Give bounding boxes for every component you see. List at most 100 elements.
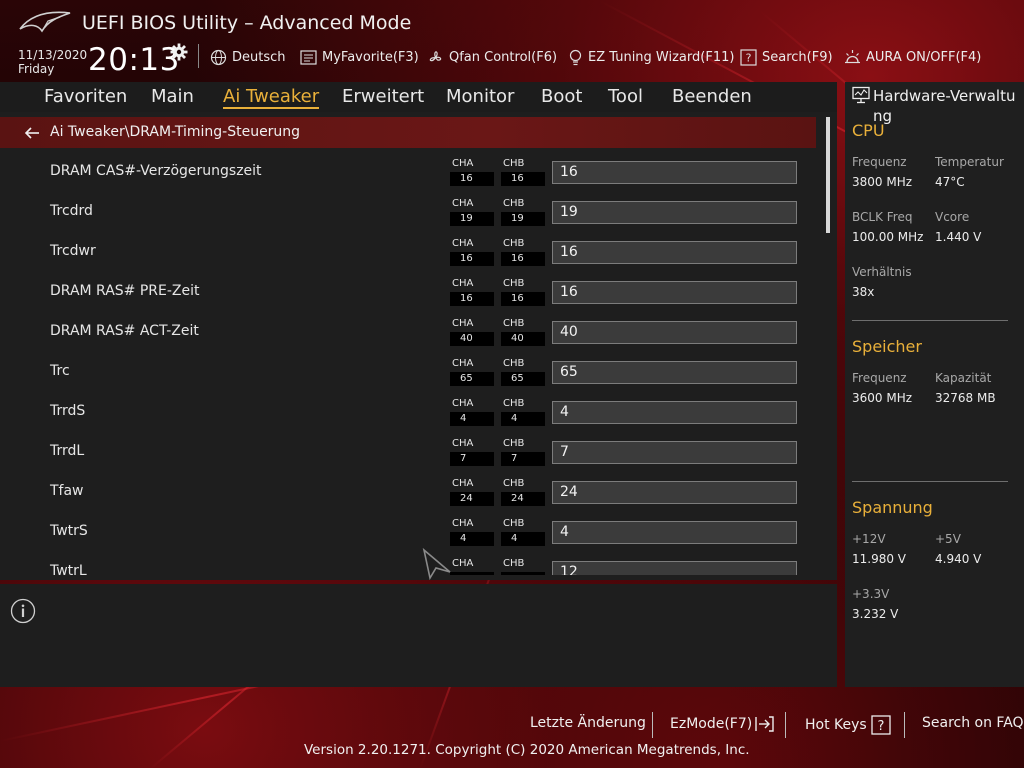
channel-chb: CHB 16 xyxy=(501,238,545,266)
last-change-button[interactable]: Letzte Änderung xyxy=(530,715,646,731)
tab-boot[interactable]: Boot xyxy=(541,86,582,107)
channel-value: 16 xyxy=(450,252,494,266)
date-text: 11/13/2020 xyxy=(18,48,88,62)
channel-chb: CHB 40 xyxy=(501,318,545,346)
search-faq-button[interactable]: Search on FAQ xyxy=(922,715,1024,731)
aura-button[interactable]: AURA ON/OFF(F4) xyxy=(844,48,981,66)
tab-tool[interactable]: Tool xyxy=(608,86,643,107)
language-button[interactable]: Deutsch xyxy=(210,48,286,66)
timing-label: Trc xyxy=(50,363,70,379)
timing-value-input[interactable]: 12 xyxy=(552,561,797,575)
mem-freq-label: Frequenz xyxy=(852,371,907,385)
header-separator xyxy=(198,44,199,68)
info-icon xyxy=(10,598,36,624)
svg-text:?: ? xyxy=(746,51,752,64)
voltage-heading: Spannung xyxy=(852,498,933,517)
channel-name: CHA xyxy=(452,478,474,489)
v33-value: 3.232 V xyxy=(852,607,899,621)
timing-value-input[interactable]: 24 xyxy=(552,481,797,504)
channel-value: 4 xyxy=(450,532,494,546)
v5-label: +5V xyxy=(935,532,961,546)
monitor-icon xyxy=(852,86,870,104)
channel-chb: CHB 7 xyxy=(501,438,545,466)
channel-name: CHB xyxy=(503,238,525,249)
timing-value-input[interactable]: 40 xyxy=(552,321,797,344)
gear-icon[interactable] xyxy=(170,43,188,61)
ezmode-button[interactable]: EzMode(F7) xyxy=(670,715,776,733)
channel-name: CHB xyxy=(503,558,525,569)
hw-divider xyxy=(852,320,1008,321)
breadcrumb-text: Ai Tweaker\DRAM-Timing-Steuerung xyxy=(50,124,301,140)
tab-beenden[interactable]: Beenden xyxy=(672,86,752,107)
channel-name: CHB xyxy=(503,478,525,489)
channel-chb: CHB 65 xyxy=(501,358,545,386)
hotkeys-button[interactable]: Hot Keys ? xyxy=(805,715,891,735)
channel-value: 7 xyxy=(501,452,545,466)
myfavorite-button[interactable]: MyFavorite(F3) xyxy=(300,48,419,66)
svg-text:?: ? xyxy=(877,719,884,734)
channel-cha: CHA 24 xyxy=(450,478,494,506)
timing-row: TrrdL CHA 7 CHB 7 7 xyxy=(0,430,816,470)
timing-label: TwtrS xyxy=(50,523,88,539)
channel-value: 16 xyxy=(450,292,494,306)
tab-favoriten[interactable]: Favoriten xyxy=(44,86,127,107)
mem-cap-label: Kapazität xyxy=(935,371,992,385)
cpu-temp-value: 47°C xyxy=(935,175,965,189)
vcore-value: 1.440 V xyxy=(935,230,982,244)
channel-name: CHB xyxy=(503,198,525,209)
channel-name: CHB xyxy=(503,318,525,329)
channel-value: 24 xyxy=(450,492,494,506)
timing-value-input[interactable]: 4 xyxy=(552,521,797,544)
fan-icon xyxy=(429,50,442,61)
vcore-label: Vcore xyxy=(935,210,970,224)
timing-label: TwtrL xyxy=(50,563,87,575)
timing-value-input[interactable]: 65 xyxy=(552,361,797,384)
search-button[interactable]: ? Search(F9) xyxy=(740,48,833,66)
ez-tuning-button[interactable]: EZ Tuning Wizard(F11) xyxy=(568,48,734,66)
timing-value-input[interactable]: 19 xyxy=(552,201,797,224)
v33-label: +3.3V xyxy=(852,587,890,601)
exit-arrow-icon xyxy=(755,716,774,732)
timing-value-input[interactable]: 16 xyxy=(552,281,797,304)
tab-erweitert[interactable]: Erweitert xyxy=(342,86,424,107)
channel-chb: CHB 24 xyxy=(501,478,545,506)
channel-name: CHA xyxy=(452,238,474,249)
aura-label: AURA ON/OFF(F4) xyxy=(866,49,982,65)
channel-cha: CHA 16 xyxy=(450,278,494,306)
channel-name: CHA xyxy=(452,558,474,569)
hotkeys-label: Hot Keys xyxy=(805,717,867,733)
channel-value: 65 xyxy=(501,372,545,386)
timing-value-input[interactable]: 4 xyxy=(552,401,797,424)
tab-main[interactable]: Main xyxy=(151,86,194,107)
tab-monitor[interactable]: Monitor xyxy=(446,86,514,107)
channel-name: CHB xyxy=(503,358,525,369)
qfan-button[interactable]: Qfan Control(F6) xyxy=(427,48,557,66)
channel-chb: CHB xyxy=(501,558,545,575)
timing-row: TrrdS CHA 4 CHB 4 4 xyxy=(0,390,816,430)
channel-cha: CHA 4 xyxy=(450,398,494,426)
day-text: Friday xyxy=(18,62,55,76)
app-title: UEFI BIOS Utility – Advanced Mode xyxy=(82,12,412,34)
channel-value xyxy=(450,572,494,575)
tab-ai-tweaker[interactable]: Ai Tweaker xyxy=(223,86,320,109)
channel-cha: CHA 19 xyxy=(450,198,494,226)
channel-name: CHA xyxy=(452,438,474,449)
channel-name: CHB xyxy=(503,278,525,289)
channel-name: CHA xyxy=(452,158,474,169)
timing-value-input[interactable]: 7 xyxy=(552,441,797,464)
lightbulb-icon xyxy=(569,49,582,65)
timing-list: DRAM CAS#-Verzögerungszeit CHA 16 CHB 16 16 Tr… xyxy=(0,150,816,575)
last-change-label: Letzte Änderung xyxy=(530,715,646,731)
hw-divider xyxy=(852,481,1008,482)
help-box-icon: ? xyxy=(871,715,891,735)
timing-value-input[interactable]: 16 xyxy=(552,241,797,264)
scrollbar-thumb[interactable] xyxy=(826,117,830,233)
back-arrow-icon[interactable] xyxy=(24,125,40,141)
timing-value-input[interactable]: 16 xyxy=(552,161,797,184)
timing-row: TwtrL CHA CHB 12 xyxy=(0,550,816,575)
cpu-temp-label: Temperatur xyxy=(935,155,1004,169)
channel-cha: CHA 4 xyxy=(450,518,494,546)
channel-value: 40 xyxy=(501,332,545,346)
channel-name: CHB xyxy=(503,518,525,529)
channel-cha: CHA 65 xyxy=(450,358,494,386)
